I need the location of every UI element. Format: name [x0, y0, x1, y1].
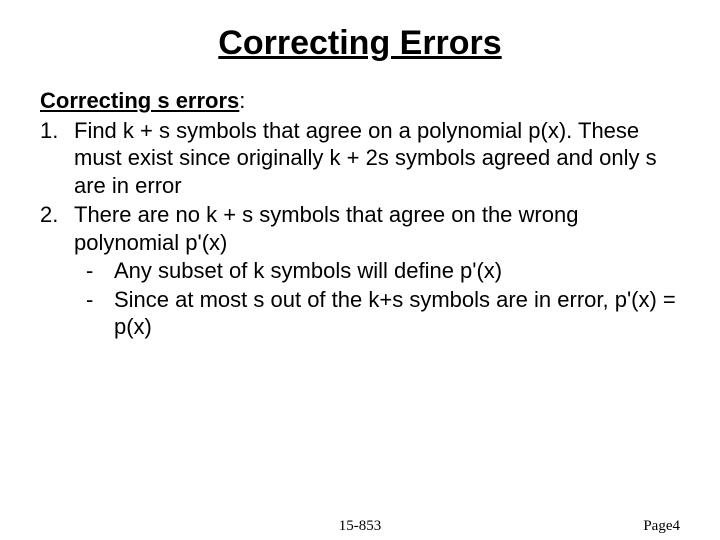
slide-title: Correcting Errors: [40, 24, 680, 63]
list-number: 2.: [40, 201, 74, 341]
list-text: There are no k + s symbols that agree on…: [74, 201, 680, 341]
sub-text: Since at most s out of the k+s symbols a…: [114, 286, 680, 341]
list-item: 2. There are no k + s symbols that agree…: [40, 201, 680, 341]
slide-body: Correcting s errors: 1. Find k + s symbo…: [40, 87, 680, 341]
sub-text: Any subset of k symbols will define p'(x…: [114, 257, 680, 285]
ordered-list: 1. Find k + s symbols that agree on a po…: [40, 117, 680, 341]
sub-bullet: -: [74, 286, 114, 341]
footer-center: 15-853: [339, 518, 382, 535]
footer-page: Page4: [643, 518, 680, 535]
sub-item: - Since at most s out of the k+s symbols…: [74, 286, 680, 341]
list-item: 1. Find k + s symbols that agree on a po…: [40, 117, 680, 200]
list-number: 1.: [40, 117, 74, 200]
sub-bullet: -: [74, 257, 114, 285]
list-item-lead: There are no k + s symbols that agree on…: [74, 202, 578, 255]
subheading-colon: :: [239, 88, 245, 113]
sub-item: - Any subset of k symbols will define p'…: [74, 257, 680, 285]
subheading: Correcting s errors: [40, 88, 239, 113]
list-text: Find k + s symbols that agree on a polyn…: [74, 117, 680, 200]
